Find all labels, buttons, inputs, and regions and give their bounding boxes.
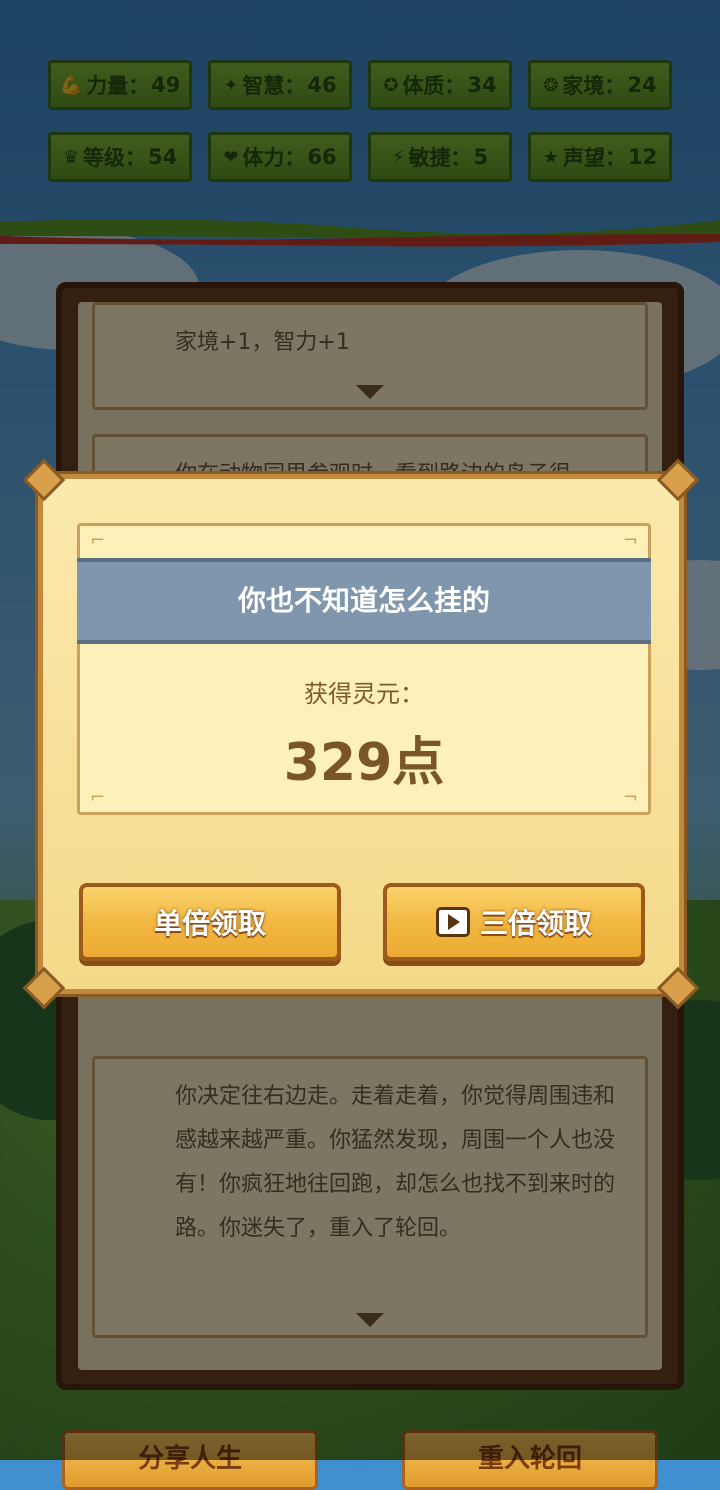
claim-triple-label: 三倍领取 [479,907,592,940]
corner-scroll-icon: ⌐ [90,530,106,551]
video-play-icon [435,907,470,937]
claim-triple-button[interactable]: 三倍领取 [383,883,645,961]
death-cause-title: 你也不知道怎么挂的 [77,558,651,644]
corner-scroll-icon: ¬ [622,530,638,551]
result-panel: ⌐ ¬ ⌐ ¬ 你也不知道怎么挂的 获得灵元： 329点 [77,523,651,815]
reward-amount: 329点 [283,733,445,793]
claim-single-label: 单倍领取 [153,907,266,940]
claim-single-button[interactable]: 单倍领取 [79,883,341,961]
reward-label: 获得灵元： [304,680,424,708]
death-reward-dialog: ⌐ ¬ ⌐ ¬ 你也不知道怎么挂的 获得灵元： 329点 单倍领取 三倍领取 [22,458,700,1010]
